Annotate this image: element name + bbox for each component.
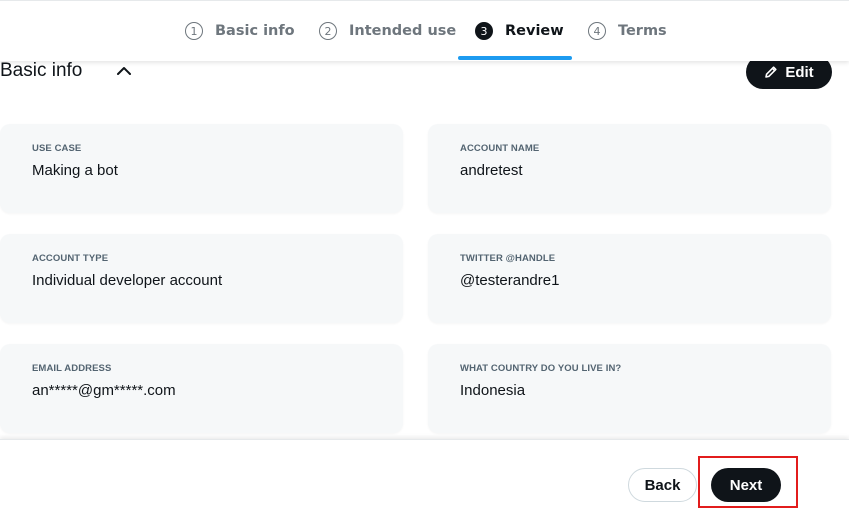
pencil-icon xyxy=(765,66,777,78)
field-value: an*****@gm*****.com xyxy=(32,382,176,399)
step-label: Basic info xyxy=(215,23,295,39)
next-button[interactable]: Next xyxy=(711,468,781,502)
field-label: EMAIL ADDRESS xyxy=(32,363,112,374)
step-basic-info[interactable]: 1 Basic info xyxy=(185,1,295,61)
step-number: 4 xyxy=(588,22,606,40)
field-card-account-name: ACCOUNT NAME andretest xyxy=(428,124,831,213)
step-number: 1 xyxy=(185,22,203,40)
step-label: Terms xyxy=(618,23,667,39)
field-value: Making a bot xyxy=(32,162,118,179)
step-label: Review xyxy=(505,23,564,39)
field-card-use-case: USE CASE Making a bot xyxy=(0,124,403,213)
field-value: Individual developer account xyxy=(32,272,223,289)
step-terms[interactable]: 4 Terms xyxy=(588,1,667,61)
step-label: Intended use xyxy=(349,23,457,39)
field-label: TWITTER @HANDLE xyxy=(460,253,556,264)
field-card-country: WHAT COUNTRY DO YOU LIVE IN? Indonesia xyxy=(428,344,831,433)
chevron-up-icon[interactable] xyxy=(114,61,134,81)
field-label: USE CASE xyxy=(32,143,82,154)
edit-button-label: Edit xyxy=(785,63,814,81)
bottom-bar: Back Next xyxy=(0,439,849,516)
step-number: 3 xyxy=(475,22,493,40)
field-card-email-address: EMAIL ADDRESS an*****@gm*****.com xyxy=(0,344,403,433)
field-card-twitter-handle: TWITTER @HANDLE @testerandre1 xyxy=(428,234,831,323)
field-label: ACCOUNT TYPE xyxy=(32,253,109,264)
field-card-account-type: ACCOUNT TYPE Individual developer accoun… xyxy=(0,234,403,323)
step-intended-use[interactable]: 2 Intended use xyxy=(319,1,456,61)
field-label: ACCOUNT NAME xyxy=(460,143,540,154)
field-value: Indonesia xyxy=(460,382,526,399)
step-number: 2 xyxy=(319,22,337,40)
section-title: Basic info xyxy=(0,60,83,81)
back-button[interactable]: Back xyxy=(628,468,697,502)
field-value: andretest xyxy=(460,162,523,179)
field-label: WHAT COUNTRY DO YOU LIVE IN? xyxy=(460,363,622,374)
stepper: 1 Basic info 2 Intended use 3 Review 4 T… xyxy=(0,1,849,61)
field-value: @testerandre1 xyxy=(460,272,560,289)
step-review[interactable]: 3 Review xyxy=(475,1,564,61)
top-bar: 1 Basic info 2 Intended use 3 Review 4 T… xyxy=(0,0,849,61)
active-step-indicator xyxy=(458,56,572,60)
